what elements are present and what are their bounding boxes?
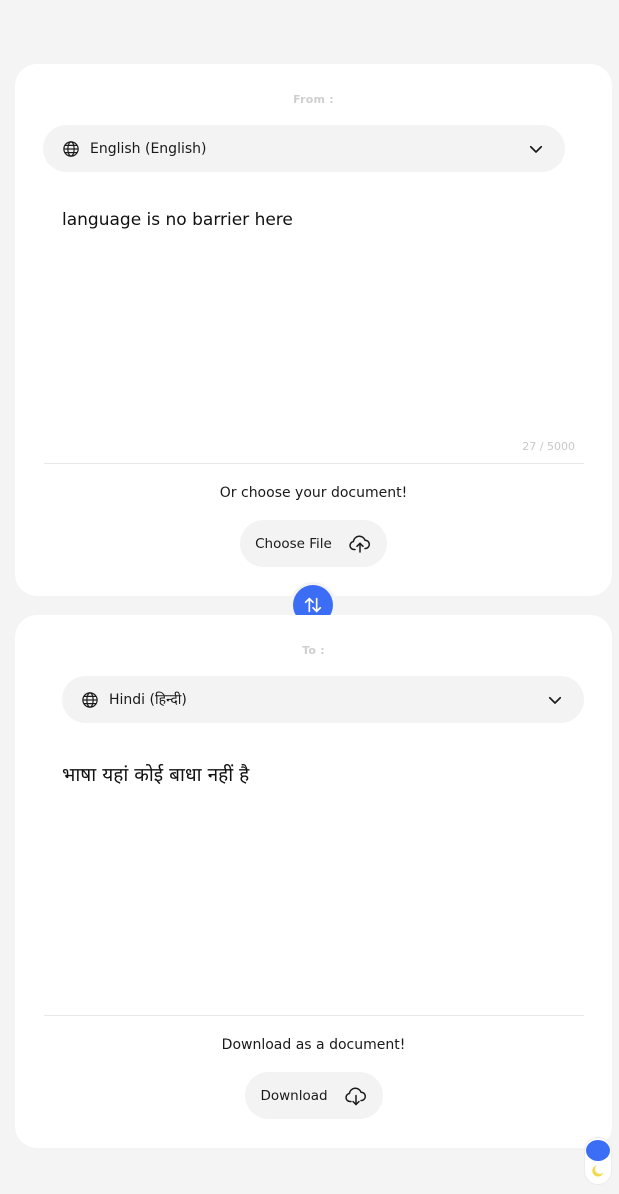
to-label: To : xyxy=(302,644,325,657)
swap-vertical-icon xyxy=(302,594,324,616)
cloud-upload-icon xyxy=(348,532,372,556)
source-text-input[interactable]: language is no barrier here xyxy=(62,209,572,233)
character-count: 27 / 5000 xyxy=(522,440,575,453)
globe-icon xyxy=(62,140,80,158)
source-language-select[interactable]: English (English) xyxy=(43,125,565,172)
moon-icon xyxy=(590,1163,606,1179)
download-button[interactable]: Download xyxy=(245,1072,383,1119)
target-language-name: Hindi (हिन्दी) xyxy=(109,692,187,708)
choose-document-text: Or choose your document! xyxy=(219,485,408,501)
divider xyxy=(44,463,584,464)
source-language-name: English (English) xyxy=(90,140,207,157)
choose-file-label: Choose File xyxy=(255,535,332,552)
translated-text-output: भाषा यहां कोई बाधा नहीं है xyxy=(62,764,250,786)
globe-icon xyxy=(81,691,99,709)
target-language-select[interactable]: Hindi (हिन्दी) xyxy=(62,676,584,723)
from-label: From : xyxy=(293,93,334,106)
source-card: From : English (English) language is no … xyxy=(15,64,612,596)
divider xyxy=(44,1015,584,1016)
download-document-text: Download as a document! xyxy=(221,1037,406,1053)
choose-file-button[interactable]: Choose File xyxy=(240,520,387,567)
chevron-down-icon xyxy=(546,691,564,709)
chevron-down-icon xyxy=(527,140,545,158)
download-label: Download xyxy=(260,1087,328,1104)
theme-toggle[interactable] xyxy=(584,1137,612,1185)
toggle-knob xyxy=(586,1140,610,1161)
cloud-download-icon xyxy=(344,1084,368,1108)
target-card: To : Hindi (हिन्दी) भाषा यहां कोई बाधा न… xyxy=(15,615,612,1148)
